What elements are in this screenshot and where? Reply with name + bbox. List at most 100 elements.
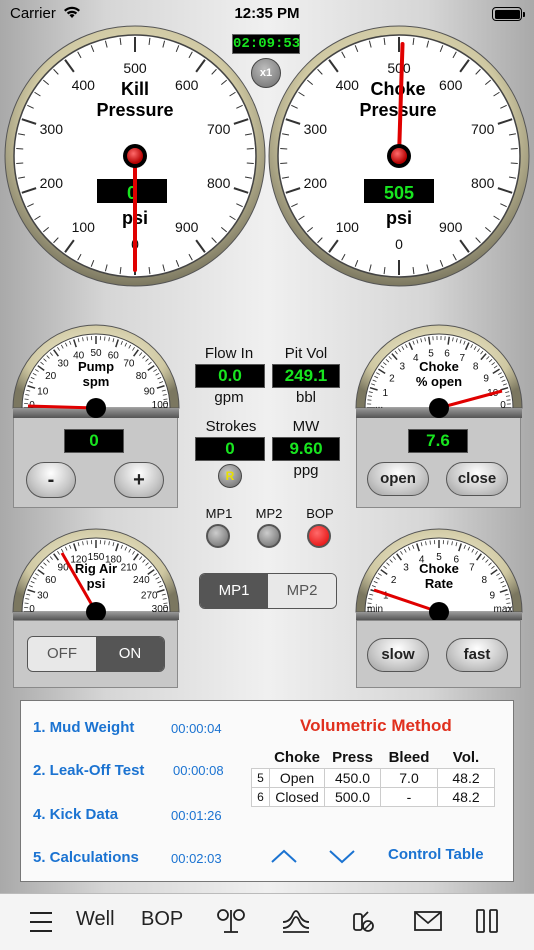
rig-air-off-button[interactable]: OFF: [28, 637, 96, 671]
choke-title-line2: Pressure: [359, 100, 436, 120]
pump-tick-label: 90: [144, 387, 156, 398]
choke-slow-button[interactable]: slow: [367, 638, 429, 672]
choke-rate-title-line1: Choke: [419, 561, 459, 576]
choke-tick-label: 300: [304, 121, 328, 137]
row-bleed: -: [380, 787, 438, 807]
rig-air-gauge: 0306090120 150 180210240270300 Rig Air psi: [12, 528, 180, 620]
rig-air-toggle[interactable]: OFF ON: [27, 636, 165, 672]
menu-leak-off-test[interactable]: 2. Leak-Off Test: [33, 762, 144, 779]
pump-selector-mp2[interactable]: MP2: [268, 574, 336, 608]
menu-leak-off-test-time: 00:00:08: [173, 763, 224, 778]
mail-icon[interactable]: [413, 910, 443, 932]
rig-air-on-button[interactable]: ON: [96, 637, 164, 671]
choke-rate-tick-label: 3: [403, 563, 409, 574]
chevron-up-icon[interactable]: [269, 847, 299, 865]
wave-icon[interactable]: [281, 908, 311, 934]
rig-air-tick-label: 30: [37, 591, 49, 602]
choke-open-tick-label: 6: [444, 349, 450, 360]
row-press: 500.0: [324, 787, 381, 807]
chevron-down-icon[interactable]: [327, 847, 357, 865]
choke-rate-title-line2: Rate: [425, 576, 453, 591]
choke-rate-tick-label: 9: [489, 591, 495, 602]
choke-pressure-gauge: 0 100 200 300 400 500 600 700 800 900 Choke Press…: [268, 25, 530, 287]
menu-calculations[interactable]: 5. Calculations: [33, 849, 139, 866]
pump-minus-button[interactable]: -: [26, 462, 76, 498]
kill-tick-label: 200: [40, 175, 64, 191]
choke-open-tick-label: 4: [413, 353, 419, 364]
rig-air-tick: [86, 540, 88, 545]
choke-tick-label: 200: [304, 175, 328, 191]
choke-fast-button[interactable]: fast: [446, 638, 508, 672]
row-vol: 48.2: [437, 787, 495, 807]
valve-icon[interactable]: [214, 908, 248, 934]
table-row: 5 Open 450.0 7.0 48.2: [251, 768, 495, 788]
rig-air-tick-label: 60: [45, 575, 57, 586]
pump-selector[interactable]: MP1 MP2: [199, 573, 337, 609]
row-vol: 48.2: [437, 768, 495, 788]
choke-rate-tick-label: 7: [469, 563, 475, 574]
kill-tick-label: 700: [207, 121, 231, 137]
pump-plus-button[interactable]: +: [114, 462, 164, 498]
volumetric-table: Choke Press Bleed Vol. 5 Open 450.0 7.0 …: [251, 747, 495, 807]
kill-tick-label: 500: [123, 60, 147, 76]
choke-open-button[interactable]: open: [367, 462, 429, 496]
pit-vol-label: Pit Vol: [284, 345, 328, 362]
row-index: 6: [251, 787, 270, 807]
col-vol: Vol.: [452, 749, 480, 766]
pump-tick-label: 10: [37, 387, 49, 398]
strokes-label: Strokes: [205, 418, 257, 435]
kill-tick-label: 800: [207, 175, 231, 191]
choke-open-tick-label: 9: [483, 374, 489, 385]
tab-bar: Well BOP: [0, 893, 534, 950]
rig-air-title-line1: Rig Air: [75, 561, 117, 576]
pump-tick: [24, 398, 29, 400]
choke-rate-gauge: min1234 5 6789max Choke Rate: [355, 528, 523, 620]
choke-tick-label: 900: [439, 219, 463, 235]
kill-title-line2: Pressure: [96, 100, 173, 120]
col-press: Press: [332, 749, 373, 766]
pump-selector-mp1[interactable]: MP1: [200, 574, 268, 608]
menu-mud-weight[interactable]: 1. Mud Weight: [33, 719, 134, 736]
tab-well[interactable]: Well: [76, 908, 115, 931]
control-table-link[interactable]: Control Table: [388, 846, 484, 863]
volumetric-title: Volumetric Method: [300, 716, 452, 735]
rig-air-tick: [24, 602, 29, 604]
pump-icon[interactable]: [349, 908, 377, 934]
row-press: 450.0: [324, 768, 381, 788]
menu-icon[interactable]: [28, 910, 54, 934]
mw-label: MW: [292, 418, 320, 435]
kill-tick-label: 100: [72, 219, 96, 235]
pump-tick: [86, 336, 88, 341]
menu-kick-data[interactable]: 4. Kick Data: [33, 806, 118, 823]
choke-open-tick-label: 7: [459, 353, 465, 364]
menu-kick-data-time: 00:01:26: [171, 808, 222, 823]
tab-bop[interactable]: BOP: [141, 908, 183, 931]
choke-close-button[interactable]: close: [446, 462, 508, 496]
choke-open-tick-label: 8: [473, 362, 479, 373]
pump-tick-label: 80: [136, 371, 148, 382]
strokes-reset-button[interactable]: R: [218, 464, 242, 488]
kill-tick-label: 400: [72, 77, 96, 93]
bop-indicator-label: BOP: [306, 506, 334, 521]
choke-open-gauge: ...123456789100 Choke % open: [355, 324, 523, 418]
pump-hub: [86, 398, 106, 418]
choke-open-hub: [429, 398, 449, 418]
choke-open-title-line2: % open: [416, 374, 462, 389]
pause-icon[interactable]: [474, 908, 500, 934]
table-row: 6 Closed 500.0 - 48.2: [251, 787, 495, 807]
elapsed-timer: 02:09:53: [232, 34, 301, 54]
choke-open-title-line1: Choke: [419, 359, 459, 374]
status-time: 12:35 PM: [234, 5, 300, 22]
choke-tick-label: 400: [336, 77, 360, 93]
choke-tick-label: 0: [395, 236, 403, 252]
speed-button[interactable]: x1: [251, 58, 281, 88]
choke-rate-tick-label: 2: [391, 575, 397, 586]
choke-tick-label: 500: [387, 60, 411, 76]
pump-tick: [104, 336, 106, 341]
row-choke: Closed: [269, 787, 325, 807]
choke-rate-tick: [447, 540, 449, 545]
menu-calculations-time: 00:02:03: [171, 851, 222, 866]
col-choke: Choke: [274, 749, 320, 766]
rig-air-tick-label: 210: [121, 563, 138, 574]
flow-in-display: 0.0: [195, 364, 265, 388]
